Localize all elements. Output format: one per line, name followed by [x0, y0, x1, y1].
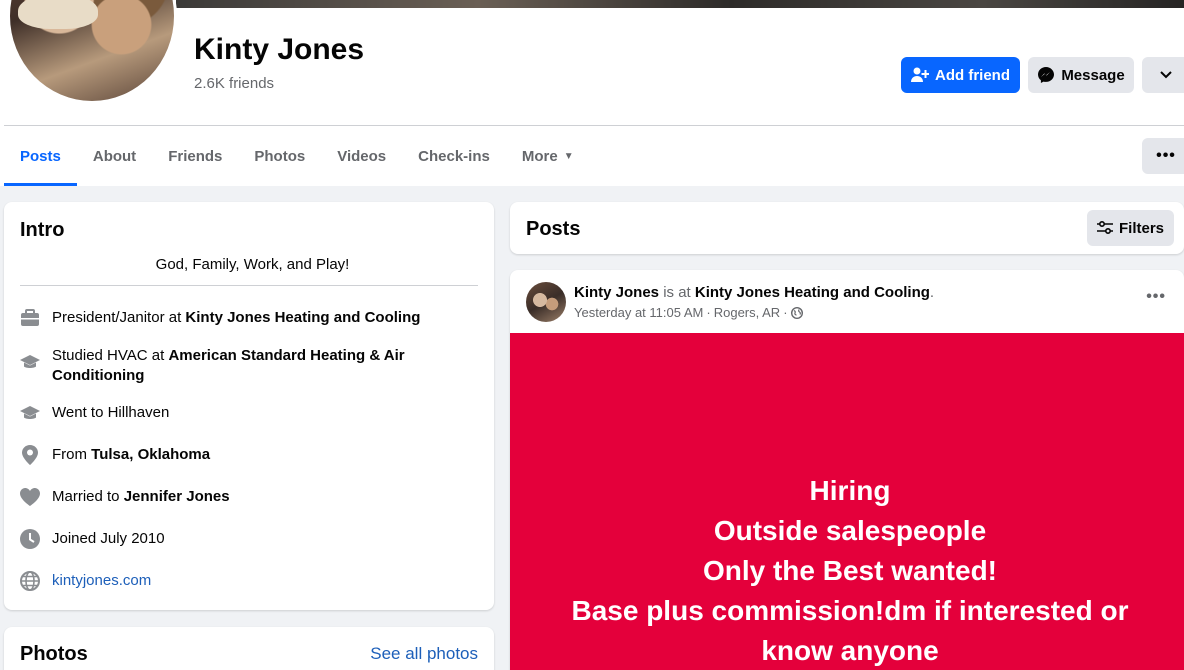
chevron-down-icon	[1160, 71, 1172, 79]
tab-more-label: More	[521, 147, 558, 165]
banner-line: Hiring	[809, 475, 891, 506]
photos-card: Photos See all photos	[4, 627, 494, 670]
posts-title: Posts	[526, 218, 581, 240]
post-meta: Yesterday at 11:05 AM · Rogers, AR ·	[574, 305, 803, 320]
filters-icon	[1096, 221, 1113, 235]
intro-work: President/Janitor at Kinty Jones Heating…	[20, 308, 442, 328]
tab-photos[interactable]: Photos	[238, 126, 321, 186]
see-all-photos-link[interactable]: See all photos	[370, 644, 478, 664]
tab-more[interactable]: More ▼	[506, 126, 590, 186]
message-label: Message	[1061, 66, 1125, 84]
filters-button[interactable]: Filters	[1087, 210, 1174, 246]
banner-line: Base plus commission!dm if interested or	[571, 595, 1129, 626]
add-person-icon	[911, 67, 929, 82]
add-friend-label: Add friend	[935, 66, 1010, 84]
location-pin-icon	[20, 445, 40, 465]
photos-title: Photos	[20, 643, 88, 665]
post-author-avatar[interactable]	[526, 282, 566, 322]
intro-from: From Tulsa, Oklahoma	[20, 445, 442, 465]
messenger-icon	[1038, 67, 1055, 83]
intro-married-spouse[interactable]: Jennifer Jones	[124, 488, 230, 505]
post-author-name[interactable]: Kinty Jones	[574, 284, 659, 301]
cover-photo[interactable]	[176, 0, 1184, 8]
post-location[interactable]: Rogers, AR	[714, 305, 780, 320]
intro-went-text: Went to Hillhaven	[52, 404, 170, 421]
filters-label: Filters	[1118, 219, 1164, 237]
heart-icon	[20, 487, 40, 507]
intro-married-prefix: Married to	[52, 488, 124, 505]
intro-from-prefix: From	[52, 446, 92, 463]
intro-work-employer[interactable]: Kinty Jones Heating and Cooling	[185, 309, 420, 326]
tab-check-ins[interactable]: Check-ins	[402, 126, 506, 186]
banner-line: know anyone	[761, 635, 939, 666]
post-timestamp[interactable]: Yesterday at 11:05 AM	[574, 305, 703, 320]
post-card: Kinty Jones is at Kinty Jones Heating an…	[510, 270, 1184, 670]
post-options-button[interactable]: •••	[1146, 288, 1166, 306]
intro-work-prefix: President/Janitor at	[52, 309, 186, 326]
add-friend-button[interactable]: Add friend	[901, 57, 1020, 93]
post-period: .	[929, 284, 935, 301]
clock-icon	[20, 529, 40, 549]
intro-studied: Studied HVAC at American Standard Heatin…	[20, 346, 442, 386]
globe-icon	[20, 571, 40, 591]
post-meta-separator: ·	[706, 305, 711, 320]
tab-videos[interactable]: Videos	[321, 126, 402, 186]
tab-friends[interactable]: Friends	[152, 126, 238, 186]
banner-line: Only the Best wanted!	[702, 555, 998, 586]
intro-married: Married to Jennifer Jones	[20, 487, 442, 507]
intro-from-place[interactable]: Tulsa, Oklahoma	[91, 446, 210, 463]
caret-down-icon: ▼	[563, 150, 574, 162]
message-button[interactable]: Message	[1028, 57, 1134, 93]
intro-went: Went to Hillhaven	[20, 403, 442, 423]
post-is-at: is at	[659, 284, 695, 301]
post-place-name[interactable]: Kinty Jones Heating and Cooling	[695, 284, 930, 301]
tabs-more-options-button[interactable]: •••	[1142, 138, 1184, 174]
ellipsis-icon: •••	[1146, 288, 1166, 305]
post-text-banner[interactable]: Hiring Outside salespeople Only the Best…	[510, 333, 1184, 670]
intro-card: Intro God, Family, Work, and Play! Presi…	[4, 202, 494, 610]
profile-name: Kinty Jones	[194, 33, 365, 66]
post-meta-separator-2: ·	[783, 305, 788, 320]
intro-studied-prefix: Studied HVAC at	[52, 347, 169, 364]
banner-line: Outside salespeople	[713, 515, 987, 546]
graduation-cap-icon	[20, 352, 40, 372]
bio-divider	[20, 285, 478, 286]
intro-website: kintyjones.com	[20, 571, 442, 591]
intro-title: Intro	[20, 219, 65, 241]
graduation-cap-icon	[20, 403, 40, 423]
friend-count[interactable]: 2.6K friends	[194, 75, 274, 92]
posts-header-card: Posts Filters	[510, 202, 1184, 254]
intro-joined: Joined July 2010	[20, 529, 442, 549]
post-header-line: Kinty Jones is at Kinty Jones Heating an…	[574, 284, 934, 301]
profile-options-button[interactable]	[1142, 57, 1184, 93]
tab-about[interactable]: About	[77, 126, 152, 186]
profile-header: Kinty Jones 2.6K friends Add friend Mess…	[0, 0, 1184, 186]
intro-website-link[interactable]: kintyjones.com	[52, 571, 442, 591]
intro-bio: God, Family, Work, and Play!	[155, 256, 350, 273]
briefcase-icon	[20, 308, 40, 328]
public-globe-icon	[790, 306, 803, 319]
tab-posts[interactable]: Posts	[4, 126, 77, 186]
ellipsis-icon: •••	[1156, 147, 1176, 164]
profile-tabs: Posts About Friends Photos Videos Check-…	[4, 126, 590, 186]
profile-picture[interactable]	[7, 0, 177, 104]
banner-text: Hiring Outside salespeople Only the Best…	[510, 471, 1184, 670]
intro-joined-text: Joined July 2010	[52, 530, 165, 547]
